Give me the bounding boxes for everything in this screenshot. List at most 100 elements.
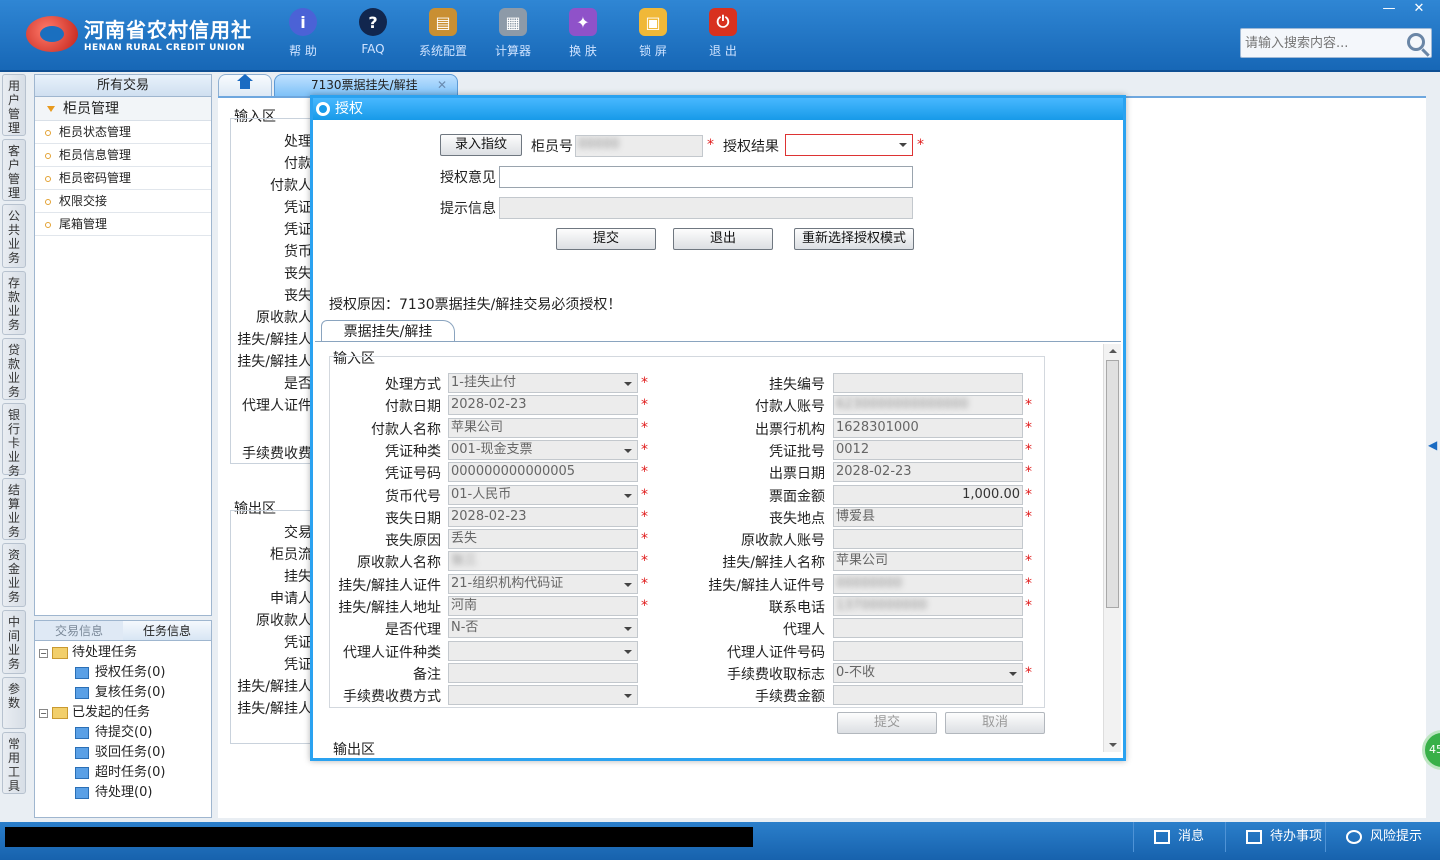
toolbar-question-button[interactable]: ? FAQ <box>338 8 408 59</box>
scroll-down-icon[interactable] <box>1109 743 1117 747</box>
tree-node-review[interactable]: 复核任务(0) <box>39 683 207 703</box>
form-select[interactable]: 0-不收 <box>833 662 1023 683</box>
form-field[interactable] <box>833 685 1023 706</box>
sidebar-item[interactable]: 权限交接 <box>35 190 211 213</box>
form-field[interactable]: 0012 <box>833 439 1023 460</box>
form-field[interactable]: 丢失 <box>448 529 638 550</box>
form-field[interactable]: 2028-02-23 <box>833 462 1023 483</box>
form-field[interactable]: 1,000.00 <box>833 484 1023 505</box>
sidebar-header[interactable]: 所有交易 <box>35 75 211 97</box>
search-input[interactable] <box>1241 29 1401 57</box>
minimize-icon[interactable]: — <box>1374 0 1404 18</box>
fingerprint-button[interactable]: 录入指纹 <box>440 134 522 156</box>
module-tab-8[interactable]: 中间业务 <box>2 610 26 674</box>
form-field[interactable]: 2028-02-23 <box>448 395 638 416</box>
form-field[interactable]: 苹果公司 <box>833 551 1023 572</box>
collapse-icon[interactable]: − <box>39 648 48 658</box>
form-field[interactable]: 2028-02-23 <box>448 506 638 527</box>
tree-node-auth[interactable]: 授权任务(0) <box>39 663 207 683</box>
module-tab-0[interactable]: 用户管理 <box>2 74 26 136</box>
form-select[interactable]: 001-现金支票 <box>448 439 638 460</box>
form-field[interactable]: 13700000000 <box>833 596 1023 616</box>
toolbar-shirt-button[interactable]: ✦ 换 肤 <box>548 8 618 59</box>
form-field[interactable]: 苹果公司 <box>448 417 638 438</box>
tree-node-processing[interactable]: 待处理(0) <box>39 783 207 803</box>
module-tab-4[interactable]: 贷款业务 <box>2 338 26 400</box>
risk-button[interactable]: 风险提示 <box>1325 822 1435 852</box>
collapse-icon[interactable]: − <box>39 708 48 718</box>
scroll-up-icon[interactable] <box>1109 349 1117 353</box>
form-submit-button[interactable]: 提交 <box>837 712 937 734</box>
dialog-scrollbar[interactable] <box>1103 344 1121 752</box>
opinion-input[interactable] <box>499 166 913 188</box>
form-field[interactable] <box>833 640 1023 661</box>
form-field[interactable]: 1628301000 <box>833 417 1023 438</box>
module-tab-1[interactable]: 客户管理 <box>2 139 26 201</box>
module-tab-7[interactable]: 资金业务 <box>2 543 26 607</box>
chevron-down-icon <box>624 627 632 632</box>
scroll-thumb[interactable] <box>1106 360 1119 608</box>
module-tab-3[interactable]: 存款业务 <box>2 271 26 335</box>
close-icon[interactable]: ✕ <box>1404 0 1434 18</box>
collapse-panel-icon[interactable]: ◀ <box>1428 438 1437 452</box>
sidebar-item[interactable]: 柜员密码管理 <box>35 167 211 190</box>
form-select[interactable]: 21-组织机构代码证 <box>448 573 638 594</box>
document-icon <box>75 687 89 699</box>
form-select[interactable] <box>448 640 638 661</box>
form-field[interactable]: 博爱县 <box>833 506 1023 527</box>
search-icon[interactable] <box>1407 33 1425 51</box>
form-label: 凭证种类 <box>385 443 441 460</box>
reselect-mode-button[interactable]: 重新选择授权模式 <box>794 228 914 250</box>
form-select[interactable]: 1-挂失止付 <box>448 373 638 393</box>
toolbar-info-button[interactable]: i 帮 助 <box>268 8 338 59</box>
todo-button[interactable]: 待办事项 <box>1225 822 1325 852</box>
form-field[interactable]: 6230000000000000 <box>833 395 1023 416</box>
sidebar-group-teller[interactable]: 柜员管理 <box>35 97 211 121</box>
module-tab-2[interactable]: 公共业务 <box>2 204 26 268</box>
tree-node-initiated[interactable]: − 已发起的任务 <box>39 703 207 723</box>
form-value: 01-人民币 <box>451 486 512 502</box>
form-field[interactable] <box>448 662 638 683</box>
form-label: 挂失/解挂人名称 <box>722 555 825 572</box>
tree-node-rejected[interactable]: 驳回任务(0) <box>39 743 207 763</box>
form-field[interactable] <box>833 529 1023 550</box>
tab-close-icon[interactable]: ✕ <box>437 75 447 95</box>
sidebar-item[interactable]: 柜员信息管理 <box>35 144 211 167</box>
exit-button[interactable]: 退出 <box>673 228 773 250</box>
module-tab-9[interactable]: 参数 <box>2 677 26 729</box>
toolbar-power-button[interactable]: ⏻ 退 出 <box>688 8 758 59</box>
submit-button[interactable]: 提交 <box>556 228 656 250</box>
sidebar-item[interactable]: 柜员状态管理 <box>35 121 211 144</box>
form-select[interactable]: N-否 <box>448 618 638 639</box>
module-tab-10[interactable]: 常用工具 <box>2 732 26 794</box>
form-field[interactable]: 000000000000005 <box>448 462 638 483</box>
form-field[interactable]: 张三 <box>448 551 638 572</box>
message-button[interactable]: 消息 <box>1133 822 1225 852</box>
tab-transaction-info[interactable]: 交易信息 <box>35 621 123 640</box>
toolbar-calculator-button[interactable]: ▦ 计算器 <box>478 8 548 59</box>
tree-node-to-submit[interactable]: 待提交(0) <box>39 723 207 743</box>
form-field[interactable]: 河南 <box>448 596 638 616</box>
bg-field-label: 交易 <box>284 525 312 541</box>
form-field[interactable] <box>833 373 1023 393</box>
form-field[interactable] <box>833 618 1023 639</box>
power-icon: ⏻ <box>709 8 737 36</box>
auth-result-select[interactable] <box>785 134 913 156</box>
message-label: 消息 <box>1178 829 1205 844</box>
form-field[interactable]: 00000000 <box>833 573 1023 594</box>
tab-task-info[interactable]: 任务信息 <box>123 621 211 640</box>
tab-home[interactable] <box>218 73 272 96</box>
teller-no-field[interactable]: 00000 <box>575 135 703 157</box>
tree-node-pending[interactable]: − 待处理任务 <box>39 643 207 663</box>
toolbar-toolbox-button[interactable]: ▤ 系统配置 <box>408 8 478 59</box>
tab-7130[interactable]: 7130票据挂失/解挂 ✕ <box>274 74 458 96</box>
tree-node-timeout[interactable]: 超时任务(0) <box>39 763 207 783</box>
form-select[interactable]: 01-人民币 <box>448 484 638 505</box>
module-tab-6[interactable]: 结算业务 <box>2 478 26 540</box>
form-select[interactable] <box>448 685 638 706</box>
module-tab-5[interactable]: 银行卡业务 <box>2 403 26 478</box>
form-cancel-button[interactable]: 取消 <box>945 712 1045 734</box>
toolbar-lock-button[interactable]: ▣ 锁 屏 <box>618 8 688 59</box>
sidebar-item[interactable]: 尾箱管理 <box>35 213 211 236</box>
tab-bill-loss[interactable]: 票据挂失/解挂 <box>321 320 455 342</box>
